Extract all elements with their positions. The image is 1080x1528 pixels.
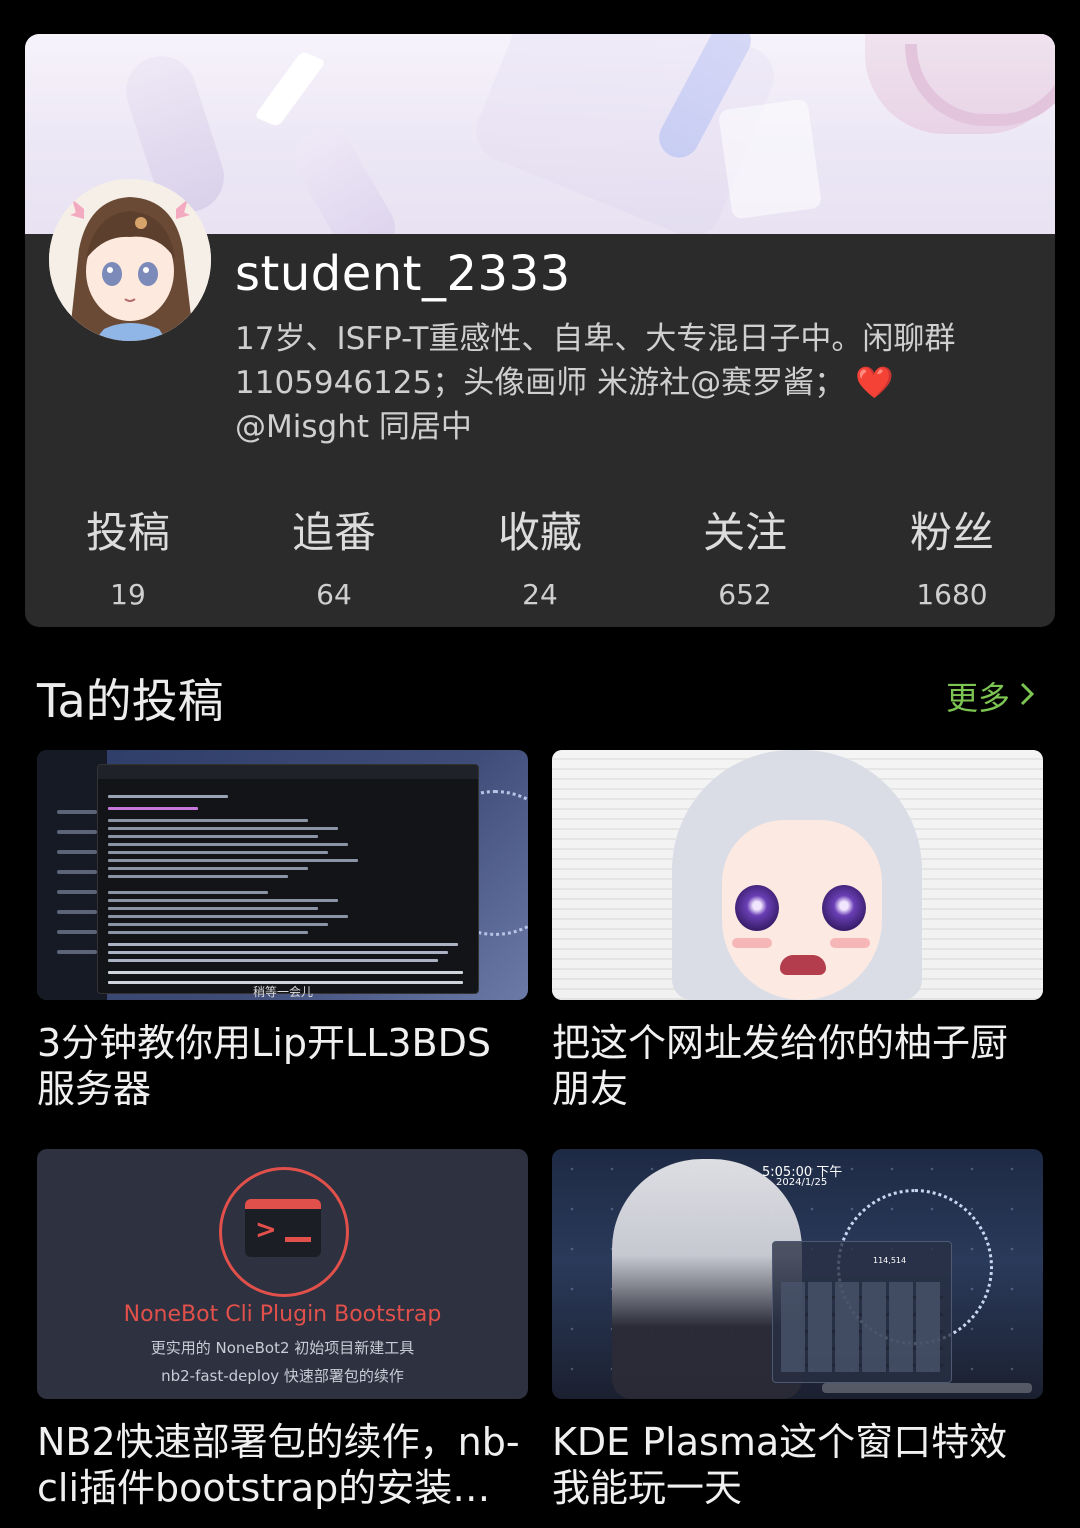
stat-label: 收藏 [497,508,582,557]
stat-value: 24 [522,578,558,611]
stat-submissions[interactable]: 投稿 19 [28,499,228,611]
chevron-right-icon [1020,679,1035,714]
video-thumbnail[interactable] [552,750,1043,1000]
video-title[interactable]: 3分钟教你用Lip开LL3BDS服务器 [37,1020,528,1112]
stat-value: 19 [110,578,146,611]
stat-followers[interactable]: 粉丝 1680 [852,499,1052,611]
terminal-icon: > [245,1199,321,1257]
video-card[interactable]: 114,514 5:05:00 下午 2024/1/25 KDE Plasma这… [552,1149,1043,1511]
thumbnail-subtitle: 更实用的 NoneBot2 初始项目新建工具 [150,1339,415,1357]
stat-label: 追番 [291,508,376,557]
video-card[interactable]: 把这个网址发给你的柚子厨朋友 [552,750,1043,1112]
calculator-window-image: 114,514 [772,1241,952,1383]
more-button[interactable]: 更多 [946,673,1035,719]
stat-label: 粉丝 [909,508,994,557]
video-thumbnail[interactable]: 稍等一会儿 [37,750,528,1000]
thumbnail-subtitle: nb2-fast-deploy 快速部署包的续作 [161,1367,404,1385]
video-title[interactable]: KDE Plasma这个窗口特效我能玩一天 [552,1419,1043,1511]
stat-favorites[interactable]: 收藏 24 [440,499,640,611]
stat-value: 652 [718,578,772,611]
thumbnail-calc-number: 114,514 [873,1256,907,1265]
stat-label: 投稿 [85,508,170,557]
bio-tail: @Misght 同居中 [235,409,472,445]
stat-following-anime[interactable]: 追番 64 [234,499,434,611]
profile-stats: 投稿 19 追番 64 收藏 24 关注 652 粉丝 1680 [25,499,1055,611]
section-title: Ta的投稿 [37,674,224,728]
video-title[interactable]: NB2快速部署包的续作，nb-cli插件bootstrap的安装使用教程 [37,1419,528,1511]
video-card[interactable]: > NoneBot Cli Plugin Bootstrap 更实用的 None… [37,1149,528,1511]
thumbnail-brand: NoneBot Cli Plugin Bootstrap [123,1302,442,1327]
stat-value: 1680 [916,578,988,611]
video-title[interactable]: 把这个网址发给你的柚子厨朋友 [552,1020,1043,1112]
username: student_2333 [235,246,571,302]
video-thumbnail[interactable]: 114,514 5:05:00 下午 2024/1/25 [552,1149,1043,1399]
profile-bio: 17岁、ISFP-T重感性、自卑、大专混日子中。闲聊群 1105946125；头… [235,317,1025,449]
more-label: 更多 [946,679,1011,717]
stat-following[interactable]: 关注 652 [645,499,845,611]
terminal-window-image [97,764,479,994]
profile-card: student_2333 17岁、ISFP-T重感性、自卑、大专混日子中。闲聊群… [25,34,1055,627]
video-card[interactable]: 稍等一会儿 3分钟教你用Lip开LL3BDS服务器 [37,750,528,1112]
avatar[interactable] [49,179,211,341]
stat-label: 关注 [702,508,787,557]
stat-value: 64 [316,578,352,611]
thumbnail-caption: 稍等一会儿 [253,985,314,999]
bio-text: 17岁、ISFP-T重感性、自卑、大专混日子中。闲聊群 1105946125；头… [235,321,956,401]
video-thumbnail[interactable]: > NoneBot Cli Plugin Bootstrap 更实用的 None… [37,1149,528,1399]
heart-icon: ❤️ [854,365,894,401]
thumbnail-date: 2024/1/25 [776,1177,828,1188]
